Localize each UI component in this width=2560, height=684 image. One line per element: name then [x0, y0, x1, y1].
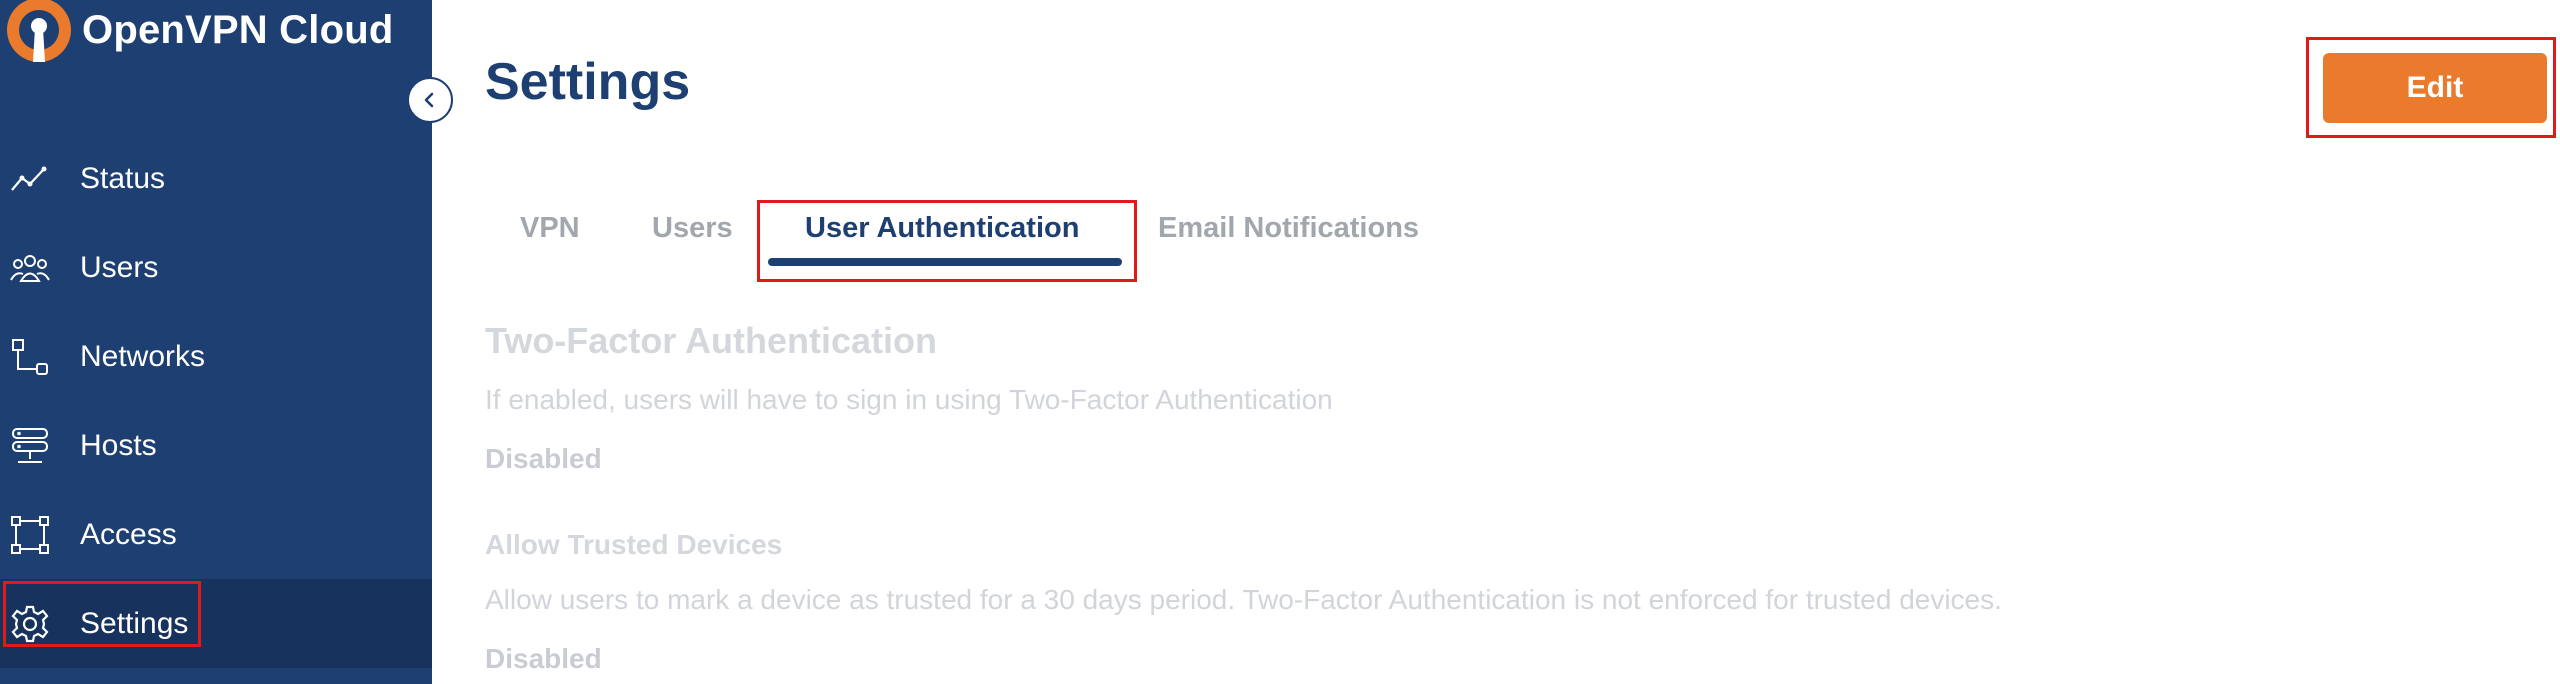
sidebar-item-networks[interactable]: Networks [0, 312, 432, 401]
sidebar-item-label: Networks [80, 339, 206, 373]
sidebar-item-label: Users [80, 250, 159, 284]
tab-email-notifications[interactable]: Email Notifications [1158, 212, 1419, 245]
trusted-devices-title: Allow Trusted Devices [485, 529, 783, 560]
highlight-box: Edit [2306, 37, 2556, 138]
users-group-icon [8, 246, 52, 290]
settings-tabs: VPN Users User Authentication Email Noti… [432, 190, 1832, 282]
openvpn-logo-icon [7, 0, 71, 62]
network-icon [8, 335, 52, 379]
page-title: Settings [485, 53, 691, 111]
trusted-devices-status: Disabled [485, 643, 602, 674]
two-factor-description: If enabled, users will have to sign in u… [485, 384, 1333, 415]
sidebar-item-label: Access [80, 517, 177, 551]
sidebar-item-hosts[interactable]: Hosts [0, 401, 432, 490]
sidebar-item-access[interactable]: Access [0, 490, 432, 579]
brand-name: OpenVPN Cloud [82, 8, 394, 52]
edit-button[interactable]: Edit [2323, 53, 2547, 123]
two-factor-status: Disabled [485, 443, 602, 474]
chevron-left-icon [424, 92, 434, 108]
highlight-box [757, 200, 1137, 282]
sidebar-item-settings[interactable]: Settings [0, 579, 432, 668]
sidebar-item-label: Hosts [80, 428, 157, 462]
main-content: Settings Edit VPN Users User Authenticat… [432, 0, 2560, 684]
trend-line-icon [8, 157, 52, 201]
two-factor-title: Two-Factor Authentication [485, 320, 937, 361]
sidebar-item-label: Status [80, 161, 166, 195]
collapse-sidebar-button[interactable] [407, 77, 453, 123]
tab-users[interactable]: Users [652, 212, 733, 245]
tab-vpn[interactable]: VPN [520, 212, 580, 245]
access-nodes-icon [8, 513, 52, 557]
server-stack-icon [8, 424, 52, 468]
gear-icon [8, 602, 52, 646]
trusted-devices-description: Allow users to mark a device as trusted … [485, 584, 2002, 615]
sidebar-item-users[interactable]: Users [0, 223, 432, 312]
sidebar-nav: Status Users Networks Hosts Access Setti… [0, 134, 432, 668]
sidebar-item-status[interactable]: Status [0, 134, 432, 223]
sidebar: OpenVPN Cloud Status Users Networks Host… [0, 0, 453, 684]
sidebar-item-label: Settings [80, 606, 189, 640]
